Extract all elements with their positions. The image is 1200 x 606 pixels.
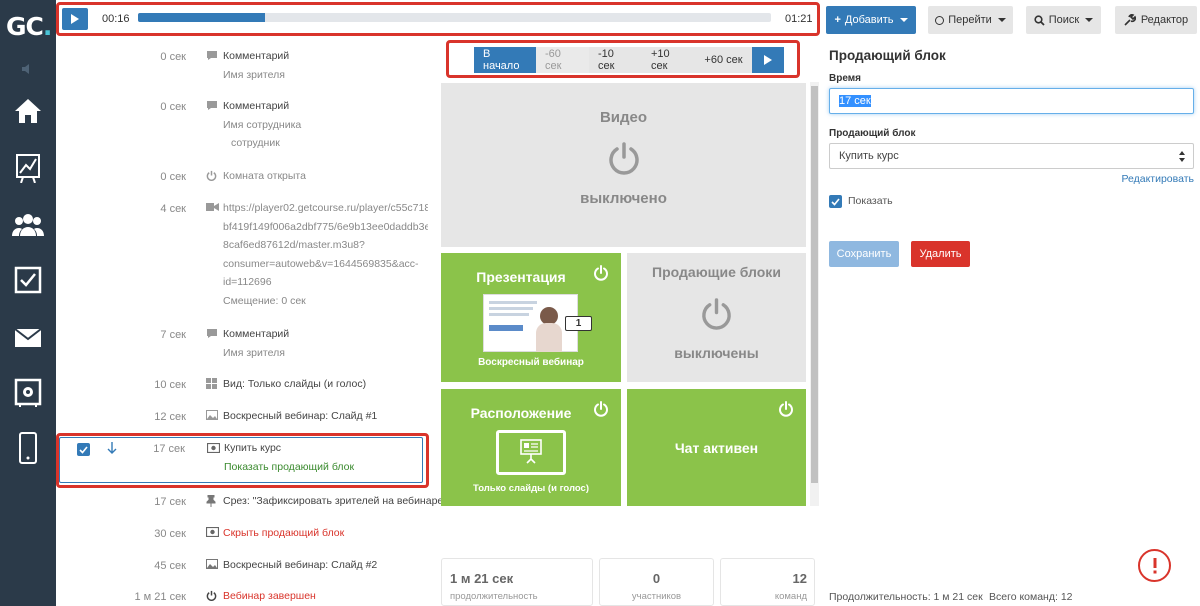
comment-icon bbox=[206, 328, 218, 342]
app-logo[interactable]: GC. bbox=[6, 12, 52, 41]
save-button[interactable]: Сохранить bbox=[829, 241, 899, 267]
power-icon bbox=[609, 142, 639, 175]
slide-number-badge: 1 bbox=[565, 316, 592, 331]
seek-start-button[interactable]: В начало bbox=[474, 47, 536, 73]
stat-commands: 12 команд bbox=[720, 558, 815, 606]
stat-participants: 0 участников bbox=[599, 558, 714, 606]
progress-fill bbox=[138, 13, 265, 22]
mobile-icon[interactable] bbox=[0, 431, 56, 465]
player-bar: 00:16 01:21 bbox=[56, 0, 820, 38]
seek-minus-10-button[interactable]: -10 сек bbox=[589, 47, 642, 73]
layout-tile[interactable]: Расположение Только слайды (и голос) bbox=[441, 389, 621, 506]
timeline-item[interactable]: 0 сек Комната открыта bbox=[56, 167, 426, 189]
progress-bar[interactable] bbox=[138, 13, 771, 22]
image-icon bbox=[206, 559, 218, 572]
grid-icon bbox=[206, 378, 217, 392]
power-icon bbox=[702, 298, 731, 330]
editor-button[interactable]: Редактор bbox=[1115, 6, 1197, 34]
edit-link[interactable]: Редактировать bbox=[1121, 173, 1194, 185]
video-tile[interactable]: Видео выключено bbox=[441, 83, 806, 247]
middle-scrollbar[interactable] bbox=[810, 82, 819, 506]
seek-minus-60-button[interactable]: -60 сек bbox=[536, 47, 589, 73]
block-label: Продающий блок bbox=[829, 128, 916, 139]
chat-tile[interactable]: Чат активен bbox=[627, 389, 806, 506]
time-label: Время bbox=[829, 73, 861, 84]
current-time: 00:16 bbox=[102, 13, 130, 25]
add-button[interactable]: + Добавить bbox=[826, 6, 916, 34]
pin-icon bbox=[206, 494, 216, 510]
block-select[interactable]: Купить курс bbox=[829, 143, 1194, 169]
clock-icon bbox=[935, 15, 945, 25]
arrow-down-icon[interactable] bbox=[107, 441, 117, 458]
users-icon[interactable] bbox=[0, 212, 56, 238]
search-button[interactable]: Поиск bbox=[1026, 6, 1101, 34]
timeline-item[interactable]: 10 сек Вид: Только слайды (и голос) bbox=[56, 375, 426, 397]
show-checkbox[interactable] bbox=[829, 195, 842, 208]
slide-thumbnail[interactable] bbox=[483, 294, 578, 352]
selling-blocks-tile[interactable]: Продающие блоки выключены bbox=[627, 253, 806, 382]
mail-icon[interactable] bbox=[0, 328, 56, 348]
comment-icon bbox=[206, 100, 218, 114]
money-icon bbox=[206, 442, 221, 456]
home-icon[interactable] bbox=[0, 97, 56, 125]
timeline-item[interactable]: 7 сек Комментарий Имя зрителя bbox=[56, 325, 426, 367]
image-icon bbox=[206, 410, 218, 423]
seek-controls: В начало -60 сек -10 сек +10 сек +60 сек bbox=[474, 47, 784, 73]
video-icon bbox=[206, 202, 219, 215]
comment-icon bbox=[206, 50, 218, 64]
volume-icon[interactable] bbox=[0, 62, 56, 76]
timeline-item[interactable]: 0 сек Комментарий Имя зрителя bbox=[56, 47, 426, 89]
timeline-item-selected[interactable]: 17 сек Купить курс Показать продающий бло… bbox=[59, 437, 423, 483]
timeline-item[interactable]: 0 сек Комментарий Имя сотрудника сотрудник bbox=[56, 97, 426, 157]
seek-play-button[interactable] bbox=[752, 47, 784, 73]
seek-plus-10-button[interactable]: +10 сек bbox=[642, 47, 695, 73]
panel-title: Продающий блок bbox=[829, 48, 946, 63]
footer-duration: Продолжительность: 1 м 21 сек bbox=[829, 591, 983, 603]
wrench-icon bbox=[1124, 14, 1136, 26]
sidebar: GC. bbox=[0, 0, 56, 606]
timeline-item[interactable]: 1 м 21 сек Вебинар завершен bbox=[56, 587, 426, 606]
presentation-tile[interactable]: Презентация 1 Воскресный вебинар bbox=[441, 253, 621, 382]
play-icon bbox=[764, 55, 772, 65]
power-icon bbox=[206, 590, 217, 604]
power-toggle-icon[interactable] bbox=[778, 401, 794, 417]
chevron-updown-icon bbox=[1179, 151, 1185, 162]
tasks-icon[interactable] bbox=[0, 266, 56, 294]
total-time: 01:21 bbox=[785, 13, 813, 25]
timeline-item[interactable]: 12 сек Воскресный вебинар: Слайд #1 bbox=[56, 407, 426, 429]
timeline-item[interactable]: 45 сек Воскресный вебинар: Слайд #2 bbox=[56, 556, 426, 578]
play-icon bbox=[71, 14, 79, 24]
footer-commands: Всего команд: 12 bbox=[989, 591, 1073, 603]
show-label: Показать bbox=[848, 195, 893, 207]
presentation-screen-icon bbox=[496, 430, 566, 475]
delete-button[interactable]: Удалить bbox=[911, 241, 970, 267]
goto-button[interactable]: Перейти bbox=[928, 6, 1013, 34]
power-toggle-icon[interactable] bbox=[593, 401, 609, 417]
money-icon bbox=[205, 526, 220, 540]
play-button[interactable] bbox=[62, 8, 88, 30]
power-icon bbox=[206, 170, 217, 184]
stat-duration: 1 м 21 сек продолжительность bbox=[441, 558, 593, 606]
alert-icon[interactable] bbox=[1138, 549, 1171, 582]
timeline-item[interactable]: 4 сек https://player02.getcourse.ru/play… bbox=[56, 199, 428, 315]
timeline-item[interactable]: 30 сек Скрыть продающий блок bbox=[56, 524, 426, 546]
search-icon bbox=[1034, 14, 1045, 26]
time-input[interactable]: 17 сек bbox=[829, 88, 1194, 114]
settings-icon[interactable] bbox=[0, 378, 56, 408]
power-toggle-icon[interactable] bbox=[593, 265, 609, 281]
timeline-item[interactable]: 17 сек Срез: "Зафиксировать зрителей на … bbox=[56, 492, 447, 514]
seek-plus-60-button[interactable]: +60 сек bbox=[695, 47, 752, 73]
chart-icon[interactable] bbox=[0, 153, 56, 183]
selected-checkbox[interactable] bbox=[77, 443, 90, 456]
